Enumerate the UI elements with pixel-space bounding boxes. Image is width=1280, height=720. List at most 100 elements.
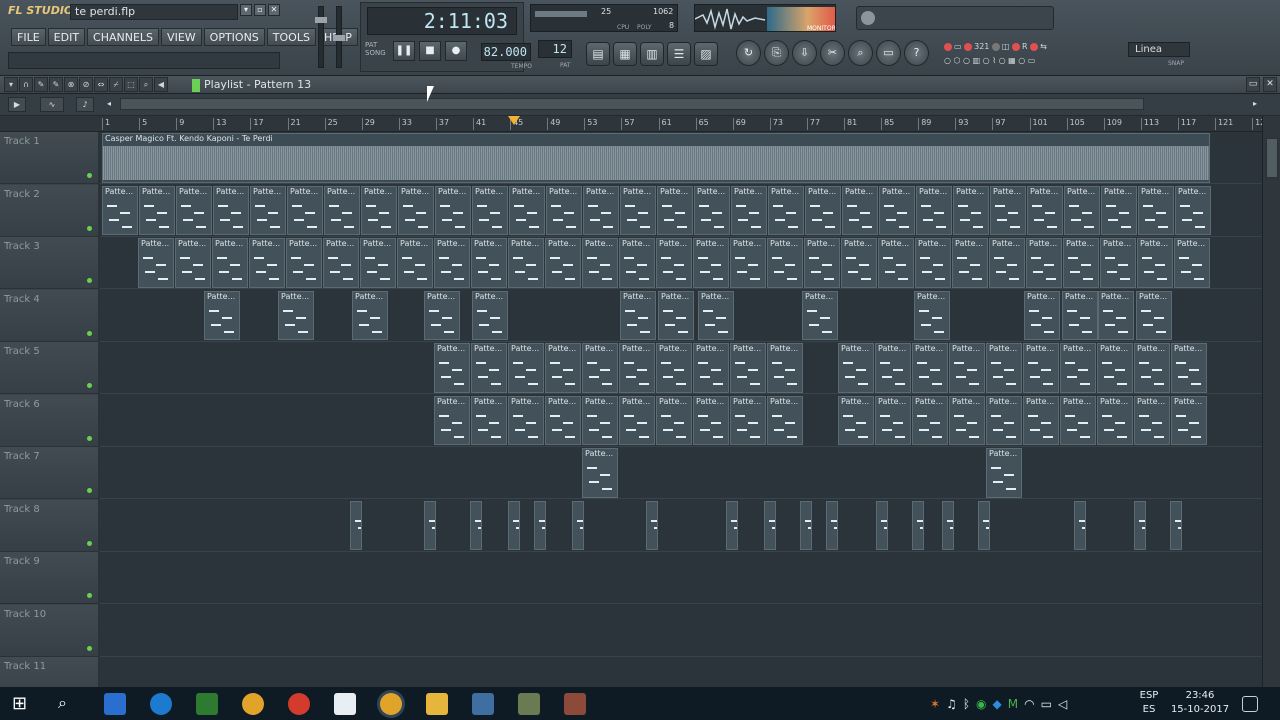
- windows-start-icon[interactable]: ⊞: [12, 693, 34, 715]
- media-player-icon[interactable]: [472, 693, 494, 715]
- record-led[interactable]: [1012, 42, 1021, 51]
- track-enable-led[interactable]: [87, 330, 92, 336]
- pattern-clip[interactable]: [1134, 500, 1146, 550]
- track-lane[interactable]: [100, 552, 1262, 604]
- delete-tool-icon[interactable]: ⊗: [64, 77, 78, 92]
- pattern-clip[interactable]: Patte...: [693, 238, 729, 288]
- pattern-clip[interactable]: Patte...: [986, 343, 1022, 393]
- pattern-clip[interactable]: Patte...: [875, 343, 911, 393]
- pattern-clip[interactable]: Patte...: [434, 238, 470, 288]
- pattern-clip[interactable]: Patte...: [545, 343, 581, 393]
- pattern-clip[interactable]: [942, 500, 954, 550]
- horizontal-scrollbar[interactable]: [120, 98, 1144, 110]
- pattern-clip[interactable]: Patte...: [1062, 290, 1098, 340]
- playhead-marker[interactable]: [508, 116, 520, 125]
- pattern-clip[interactable]: Patte...: [360, 238, 396, 288]
- minimize-icon[interactable]: ▾: [240, 4, 252, 16]
- audio-clip-icon[interactable]: ♪: [76, 97, 94, 112]
- pattern-clip[interactable]: [508, 500, 520, 550]
- track-enable-led[interactable]: [87, 488, 92, 493]
- pattern-clip[interactable]: Patte...: [838, 395, 874, 445]
- pattern-clip[interactable]: Patte...: [1171, 343, 1207, 393]
- pattern-clip[interactable]: Patte...: [949, 395, 985, 445]
- search-icon[interactable]: ⌕: [58, 693, 80, 715]
- pattern-clip[interactable]: Patte...: [1174, 238, 1210, 288]
- pattern-clip[interactable]: Patte...: [1023, 343, 1059, 393]
- bluetooth-icon[interactable]: ᛒ: [963, 697, 970, 711]
- pattern-clip[interactable]: Patte...: [912, 395, 948, 445]
- cut-icon[interactable]: ✂: [820, 40, 845, 66]
- pattern-clip[interactable]: Patte...: [472, 185, 508, 235]
- pattern-clip[interactable]: Patte...: [397, 238, 433, 288]
- app-gem-icon[interactable]: [518, 693, 540, 715]
- pattern-clip[interactable]: Patte...: [914, 290, 950, 340]
- pattern-clip[interactable]: Patte...: [472, 290, 508, 340]
- pattern-clip[interactable]: Patte...: [471, 395, 507, 445]
- pattern-clip[interactable]: Patte...: [175, 238, 211, 288]
- song-position-display[interactable]: 2:11:03: [367, 7, 517, 35]
- track-enable-led[interactable]: [87, 593, 92, 598]
- track-enable-led[interactable]: [87, 225, 92, 231]
- pattern-clip[interactable]: Patte...: [324, 185, 360, 235]
- track-lane[interactable]: [100, 657, 1262, 687]
- pattern-clip[interactable]: [646, 500, 658, 550]
- chrome-icon[interactable]: [288, 693, 310, 715]
- pattern-clip[interactable]: Patte...: [1064, 185, 1100, 235]
- scroll-thumb[interactable]: [1266, 138, 1278, 178]
- pattern-clip[interactable]: Patte...: [767, 395, 803, 445]
- pattern-clip[interactable]: Patte...: [805, 185, 841, 235]
- maximize-icon[interactable]: ▭: [1246, 77, 1260, 92]
- pattern-clip[interactable]: Patte...: [656, 238, 692, 288]
- pattern-clip[interactable]: Patte...: [546, 185, 582, 235]
- pattern-clip[interactable]: Patte...: [1134, 343, 1170, 393]
- pattern-clip[interactable]: Patte...: [138, 238, 174, 288]
- pattern-clip[interactable]: Patte...: [1097, 343, 1133, 393]
- pattern-clip[interactable]: Patte...: [915, 238, 951, 288]
- metronome-led[interactable]: [944, 42, 952, 51]
- pattern-clip[interactable]: Patte...: [730, 395, 766, 445]
- pattern-clip[interactable]: Patte...: [424, 290, 460, 340]
- pattern-clip[interactable]: Patte...: [619, 238, 655, 288]
- pattern-clip[interactable]: Patte...: [287, 185, 323, 235]
- pattern-clip[interactable]: Patte...: [176, 185, 212, 235]
- zoom-tool-icon[interactable]: ⌕: [139, 77, 153, 92]
- zoom-icon[interactable]: ⌕: [848, 40, 873, 66]
- pattern-clip[interactable]: Patte...: [583, 185, 619, 235]
- automation-icon[interactable]: ∿: [40, 97, 64, 112]
- pattern-clip[interactable]: Patte...: [139, 185, 175, 235]
- pattern-clip[interactable]: Patte...: [1134, 395, 1170, 445]
- pattern-clip[interactable]: [572, 500, 584, 550]
- pattern-clip[interactable]: Patte...: [1097, 395, 1133, 445]
- track-lane[interactable]: [100, 500, 1262, 552]
- pattern-clip[interactable]: Patte...: [435, 185, 471, 235]
- pattern-clip[interactable]: Patte...: [249, 238, 285, 288]
- track-lane[interactable]: [100, 605, 1262, 657]
- fl-studio-active-icon[interactable]: [380, 693, 402, 715]
- clock[interactable]: 23:46 15-10-2017: [1168, 689, 1232, 720]
- help-icon[interactable]: ?: [904, 40, 929, 66]
- pattern-clip[interactable]: Patte...: [434, 395, 470, 445]
- tray-audio-icon[interactable]: ♫: [946, 697, 957, 711]
- pattern-picker-icon[interactable]: ▶: [8, 97, 26, 112]
- track-enable-led[interactable]: [87, 383, 92, 388]
- pattern-clip[interactable]: Patte...: [1024, 290, 1060, 340]
- pattern-clip[interactable]: Patte...: [212, 238, 248, 288]
- paint-tool-icon[interactable]: ✎: [49, 77, 63, 92]
- master-pitch-slider[interactable]: [333, 6, 345, 68]
- snap-selector[interactable]: Linea: [1128, 42, 1190, 57]
- pattern-clip[interactable]: Patte...: [990, 185, 1026, 235]
- pattern-clip[interactable]: Patte...: [875, 395, 911, 445]
- pattern-clip[interactable]: Patte...: [1027, 185, 1063, 235]
- tempo-display[interactable]: 82.000: [481, 43, 531, 61]
- pattern-clip[interactable]: Patte...: [986, 395, 1022, 445]
- pattern-clip[interactable]: [912, 500, 924, 550]
- menu-arrow-icon[interactable]: ▾: [4, 77, 18, 92]
- notes-icon[interactable]: ▭: [876, 40, 901, 66]
- pattern-clip[interactable]: Patte...: [204, 290, 240, 340]
- track-enable-led[interactable]: [87, 173, 92, 178]
- slider-knob[interactable]: [315, 17, 327, 23]
- app-m-icon[interactable]: [196, 693, 218, 715]
- pattern-clip[interactable]: Patte...: [658, 290, 694, 340]
- pattern-clip[interactable]: Patte...: [582, 343, 618, 393]
- pattern-clip[interactable]: Patte...: [1101, 185, 1137, 235]
